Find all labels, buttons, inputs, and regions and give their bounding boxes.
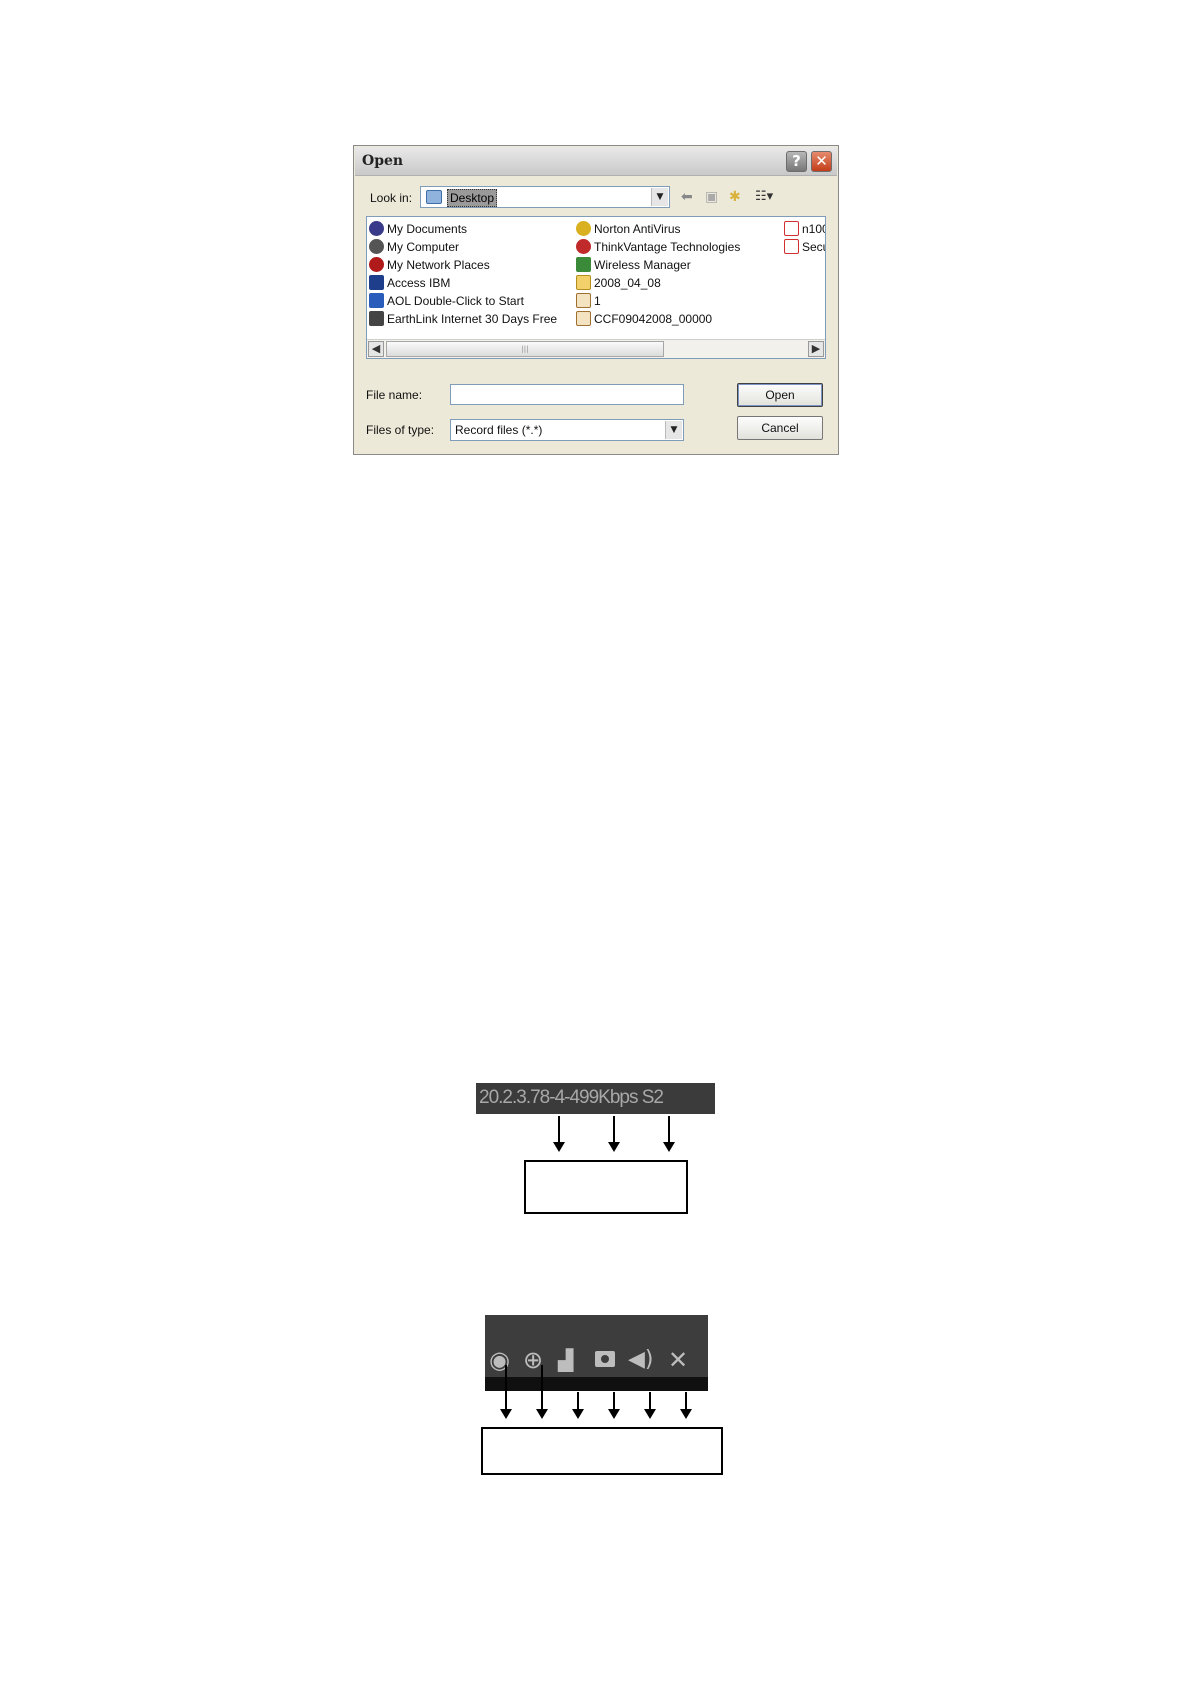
list-item[interactable]: My Documents	[369, 221, 467, 239]
list-item[interactable]: n100	[784, 221, 825, 239]
stream-info-text: 20.2.3.78-4-499Kbps S2	[479, 1087, 664, 1108]
list-item[interactable]: Norton AntiVirus	[576, 221, 681, 239]
arrow-down-icon	[608, 1392, 620, 1419]
norton-icon	[576, 221, 591, 236]
close-icon[interactable]: ✕	[668, 1348, 688, 1372]
speaker-icon[interactable]: ◀)	[628, 1348, 654, 1372]
list-item[interactable]: Secu	[784, 239, 825, 257]
file-icon	[576, 293, 591, 308]
up-folder-icon[interactable]: ▣	[705, 189, 718, 205]
annotation-box	[524, 1160, 688, 1214]
thinkvantage-icon	[576, 239, 591, 254]
arrow-down-icon	[663, 1116, 675, 1152]
list-item[interactable]: 2008_04_08	[576, 275, 661, 293]
file-name-label: File name:	[366, 388, 423, 402]
stream-info-bar: 20.2.3.78-4-499Kbps S2	[476, 1083, 715, 1114]
views-menu-icon[interactable]: ☷▾	[755, 189, 773, 204]
toolbar-bottom-strip	[485, 1377, 708, 1391]
file-list: My Documents My Computer My Network Plac…	[366, 216, 826, 359]
arrow-down-icon	[500, 1365, 512, 1419]
network-places-icon	[369, 257, 384, 272]
look-in-value: Desktop	[447, 189, 498, 207]
files-of-type-dropdown[interactable]: Record files (*.*) ▼	[450, 419, 684, 441]
desktop-icon	[426, 190, 442, 204]
arrow-down-icon	[644, 1392, 656, 1419]
list-item[interactable]: AOL Double-Click to Start	[369, 293, 524, 311]
files-of-type-label: Files of type:	[366, 423, 435, 437]
chevron-down-icon[interactable]: ▼	[665, 421, 682, 439]
dialog-title: Open	[362, 153, 404, 169]
shortcut-icon	[369, 293, 384, 308]
video-record-icon[interactable]: ▟	[558, 1348, 573, 1372]
my-documents-icon	[369, 221, 384, 236]
pdf-icon	[784, 239, 799, 254]
list-item[interactable]: ThinkVantage Technologies	[576, 239, 740, 257]
list-item[interactable]: My Computer	[369, 239, 459, 257]
close-button[interactable]: ✕	[811, 151, 832, 172]
arrow-down-icon	[572, 1392, 584, 1419]
file-name-input[interactable]	[450, 384, 684, 405]
new-folder-icon[interactable]: ✱	[729, 189, 741, 205]
chevron-down-icon[interactable]: ▼	[651, 188, 668, 206]
help-button[interactable]: ?	[786, 151, 807, 172]
folder-icon	[576, 275, 591, 290]
look-in-label: Look in:	[370, 191, 413, 205]
arrow-down-icon	[536, 1365, 548, 1419]
list-item[interactable]: Wireless Manager	[576, 257, 691, 275]
dialog-titlebar: Open ? ✕	[355, 147, 837, 176]
open-dialog: Open ? ✕ Look in: Desktop ▼ ⬅ ▣ ✱ ☷▾ My …	[353, 145, 839, 455]
files-of-type-value: Record files (*.*)	[455, 423, 543, 437]
list-item[interactable]: 1	[576, 293, 601, 311]
open-button[interactable]: Open	[737, 383, 823, 407]
scroll-thumb[interactable]: |||	[386, 341, 664, 357]
file-icon	[576, 311, 591, 326]
list-item[interactable]: Access IBM	[369, 275, 450, 293]
horizontal-scrollbar[interactable]: ◀ ||| ▶	[367, 339, 825, 358]
pdf-icon	[784, 221, 799, 236]
arrow-down-icon	[553, 1116, 565, 1152]
cancel-button[interactable]: Cancel	[737, 416, 823, 440]
list-item[interactable]: CCF09042008_00000	[576, 311, 712, 329]
scroll-right-icon[interactable]: ▶	[808, 341, 824, 357]
wireless-manager-icon	[576, 257, 591, 272]
annotation-box	[481, 1427, 723, 1475]
video-control-toolbar: ◉ ⊕ ▟ ◀) ✕	[485, 1315, 708, 1391]
arrow-down-icon	[680, 1392, 692, 1419]
list-item[interactable]: EarthLink Internet 30 Days Free	[369, 311, 557, 329]
look-in-dropdown[interactable]: Desktop ▼	[420, 186, 670, 208]
shortcut-icon	[369, 311, 384, 326]
my-computer-icon	[369, 239, 384, 254]
shortcut-icon	[369, 275, 384, 290]
snapshot-camera-icon[interactable]	[595, 1351, 615, 1367]
arrow-down-icon	[608, 1116, 620, 1152]
list-item[interactable]: My Network Places	[369, 257, 490, 275]
back-arrow-icon[interactable]: ⬅	[681, 189, 693, 205]
scroll-left-icon[interactable]: ◀	[368, 341, 384, 357]
